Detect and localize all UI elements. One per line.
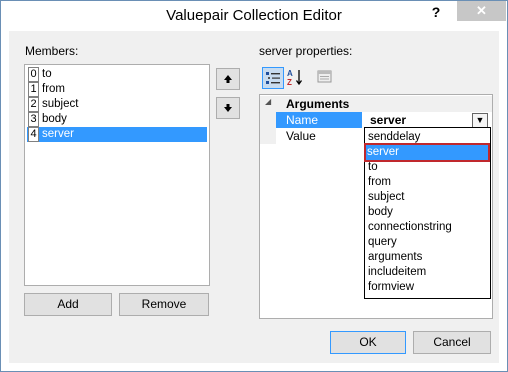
dropdown-option[interactable]: body <box>367 205 486 220</box>
dropdown-option[interactable]: includeitem <box>367 265 486 280</box>
row-gutter <box>260 112 276 128</box>
member-index: 2 <box>28 97 39 112</box>
member-label: body <box>42 113 67 125</box>
category-row-arguments[interactable]: ◢ Arguments <box>260 96 492 112</box>
member-item[interactable]: 0 to <box>27 67 207 82</box>
member-label: from <box>42 83 65 95</box>
ok-button[interactable]: OK <box>330 331 406 354</box>
member-item[interactable]: 2 subject <box>27 97 207 112</box>
svg-text:Z: Z <box>287 78 292 87</box>
member-index: 0 <box>28 67 39 82</box>
member-label: to <box>42 68 52 80</box>
name-value-combobox[interactable]: server ▼ <box>365 112 490 128</box>
collapse-triangle-icon[interactable]: ◢ <box>265 97 271 106</box>
member-index: 1 <box>28 82 39 97</box>
help-button[interactable]: ? <box>426 2 446 22</box>
property-name-label: Name <box>276 112 362 128</box>
member-label: server <box>42 128 74 140</box>
name-value-text: server <box>370 113 407 127</box>
property-pages-button[interactable] <box>315 67 335 87</box>
row-gutter <box>260 128 276 144</box>
dropdown-option[interactable]: to <box>367 160 486 175</box>
title-bar: Valuepair Collection Editor ? ✕ <box>1 1 507 31</box>
dropdown-option[interactable]: senddelay <box>367 130 486 145</box>
member-label: subject <box>42 98 79 110</box>
sort-alphabetical-icon: A Z <box>287 69 303 87</box>
categorized-icon <box>266 72 280 84</box>
categorized-button[interactable] <box>262 67 284 89</box>
svg-text:A: A <box>287 69 293 78</box>
dropdown-option[interactable]: query <box>367 235 486 250</box>
arrow-down-icon <box>224 104 232 112</box>
name-dropdown-list[interactable]: senddelay server to from subject body co… <box>364 127 491 299</box>
property-grid-toolbar: A Z <box>259 67 332 91</box>
dialog-client-area: Members: 0 to 1 from 2 subject 3 body 4 … <box>9 31 499 363</box>
dropdown-arrow-icon[interactable]: ▼ <box>472 113 488 128</box>
close-button[interactable]: ✕ <box>457 1 506 21</box>
members-label: Members: <box>25 44 79 58</box>
category-label: Arguments <box>286 97 350 111</box>
property-pages-icon <box>317 70 332 83</box>
add-button[interactable]: Add <box>24 293 112 316</box>
properties-label: server properties: <box>259 44 353 58</box>
dropdown-option[interactable]: formview <box>367 280 486 295</box>
property-row-name[interactable]: Name server ▼ <box>260 112 492 128</box>
dropdown-option[interactable]: from <box>367 175 486 190</box>
cancel-button[interactable]: Cancel <box>413 331 491 354</box>
remove-button[interactable]: Remove <box>119 293 209 316</box>
dropdown-option[interactable]: subject <box>367 190 486 205</box>
dropdown-option[interactable]: connectionstring <box>367 220 486 235</box>
move-down-button[interactable] <box>216 97 240 119</box>
dropdown-option-selected[interactable]: server <box>364 143 490 162</box>
alphabetical-button[interactable]: A Z <box>285 67 305 87</box>
members-list[interactable]: 0 to 1 from 2 subject 3 body 4 server <box>24 64 210 286</box>
move-up-button[interactable] <box>216 68 240 90</box>
member-index: 3 <box>28 112 39 127</box>
arrow-up-icon <box>224 75 232 83</box>
member-index: 4 <box>28 127 39 142</box>
member-item[interactable]: 3 body <box>27 112 207 127</box>
collection-editor-window: Valuepair Collection Editor ? ✕ Members:… <box>0 0 508 372</box>
member-item-selected[interactable]: 4 server <box>27 127 207 142</box>
property-name-label: Value <box>286 129 316 143</box>
member-item[interactable]: 1 from <box>27 82 207 97</box>
dropdown-option[interactable]: arguments <box>367 250 486 265</box>
